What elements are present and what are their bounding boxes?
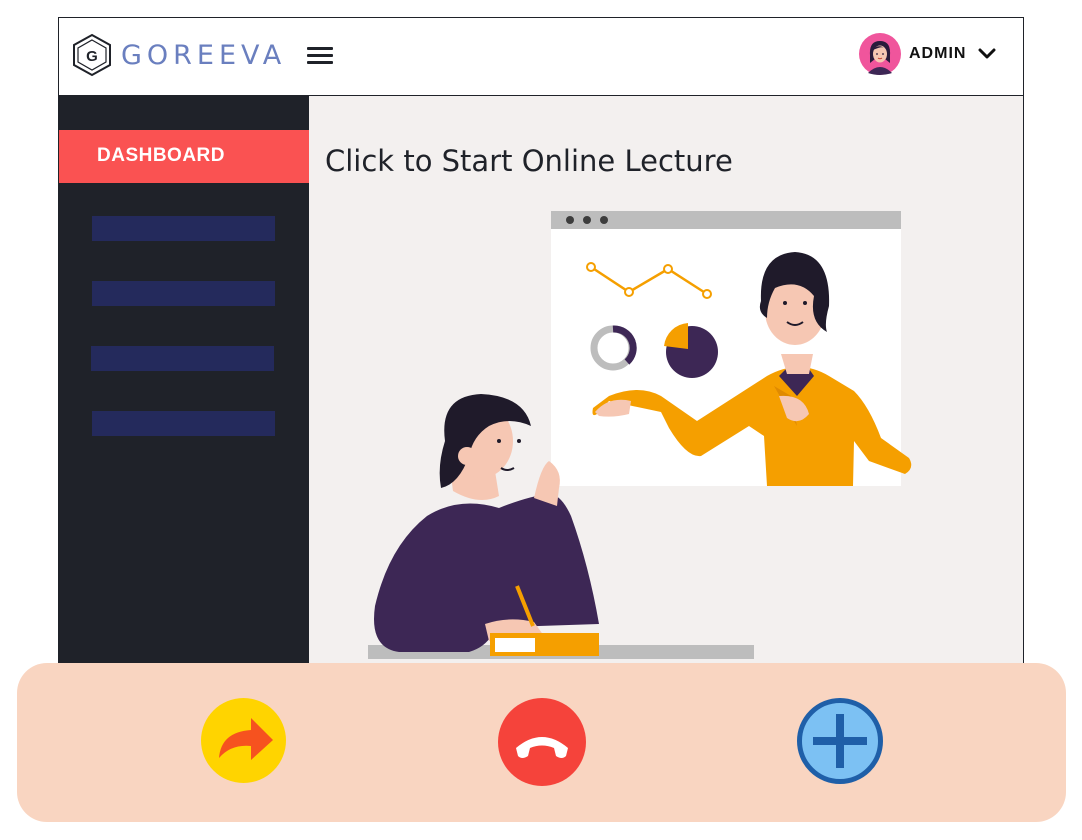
sidebar-item-dashboard[interactable]: DASHBOARD	[59, 130, 309, 183]
user-menu[interactable]: ADMIN	[859, 33, 996, 75]
call-controls-bar	[17, 663, 1066, 822]
user-name: ADMIN	[909, 45, 967, 62]
sidebar-item-placeholder-3[interactable]	[91, 346, 274, 371]
add-participant-button[interactable]	[797, 698, 883, 784]
hamburger-icon	[307, 47, 333, 50]
sidebar: DASHBOARD	[59, 96, 309, 676]
forward-arrow-icon	[219, 718, 273, 760]
menu-toggle-button[interactable]	[307, 47, 333, 69]
sidebar-item-placeholder-2[interactable]	[92, 281, 275, 306]
logo-hexagon-icon: G	[73, 33, 111, 77]
main-content: Click to Start Online Lecture	[309, 96, 1024, 677]
brand-logo[interactable]: G GOREEVA	[71, 33, 286, 77]
app-window: G GOREEVA ADMIN DASHBOARD Click to Start…	[58, 17, 1024, 677]
sidebar-item-placeholder-1[interactable]	[92, 216, 275, 241]
hang-up-button[interactable]	[498, 698, 586, 786]
chevron-down-icon[interactable]	[978, 48, 996, 60]
avatar	[859, 33, 901, 75]
logo-letter: G	[86, 48, 98, 65]
sidebar-item-placeholder-4[interactable]	[92, 411, 275, 436]
forward-button[interactable]	[201, 698, 286, 783]
online-lecture-illustration[interactable]	[309, 96, 1024, 677]
logo-text: GOREEVA	[121, 39, 287, 71]
top-bar: G GOREEVA ADMIN	[59, 18, 1023, 96]
hang-up-phone-icon	[516, 737, 568, 758]
plus-icon	[813, 714, 867, 768]
